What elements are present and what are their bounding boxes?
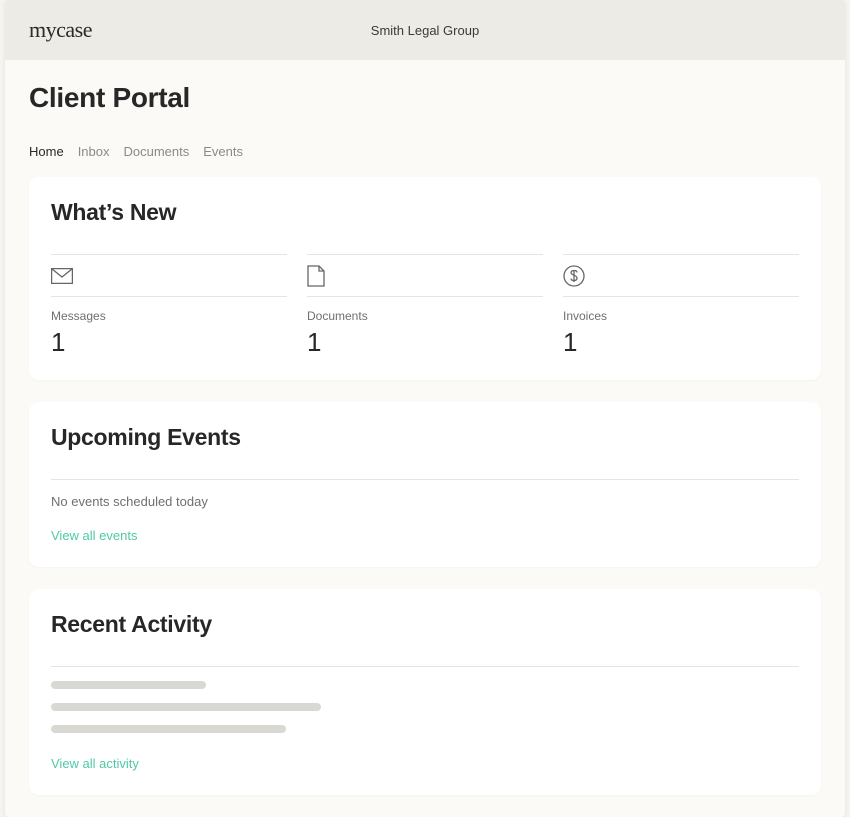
stat-messages-label: Messages (51, 309, 287, 323)
divider (51, 666, 799, 667)
divider (51, 479, 799, 480)
skeleton-line (51, 703, 321, 711)
firm-name: Smith Legal Group (371, 23, 479, 38)
skeleton-line (51, 681, 206, 689)
top-bar: mycase Smith Legal Group (5, 0, 845, 60)
stat-invoices[interactable]: Invoices 1 (563, 254, 799, 358)
tab-inbox[interactable]: Inbox (78, 144, 110, 159)
stat-documents-value: 1 (307, 327, 543, 358)
stat-messages-value: 1 (51, 327, 287, 358)
recent-activity-card: Recent Activity View all activity (29, 589, 821, 795)
stat-invoices-value: 1 (563, 327, 799, 358)
recent-activity-title: Recent Activity (51, 611, 799, 638)
tab-events[interactable]: Events (203, 144, 243, 159)
tab-documents[interactable]: Documents (124, 144, 190, 159)
activity-skeleton (51, 681, 799, 733)
skeleton-line (51, 725, 286, 733)
stat-documents[interactable]: Documents 1 (307, 254, 543, 358)
view-all-activity-link[interactable]: View all activity (51, 756, 139, 771)
logo: mycase (29, 17, 92, 43)
stat-invoices-label: Invoices (563, 309, 799, 323)
tab-home[interactable]: Home (29, 144, 64, 159)
stat-messages[interactable]: Messages 1 (51, 254, 287, 358)
tabs: Home Inbox Documents Events (29, 144, 821, 159)
upcoming-empty-text: No events scheduled today (51, 494, 799, 509)
upcoming-events-card: Upcoming Events No events scheduled toda… (29, 402, 821, 567)
view-all-events-link[interactable]: View all events (51, 528, 137, 543)
upcoming-events-title: Upcoming Events (51, 424, 799, 451)
stat-documents-label: Documents (307, 309, 543, 323)
envelope-icon (51, 268, 73, 284)
page-title: Client Portal (29, 82, 821, 114)
whats-new-card: What’s New Messages 1 (29, 177, 821, 380)
whats-new-title: What’s New (51, 199, 799, 226)
dollar-circle-icon (563, 265, 585, 287)
document-icon (307, 265, 325, 287)
